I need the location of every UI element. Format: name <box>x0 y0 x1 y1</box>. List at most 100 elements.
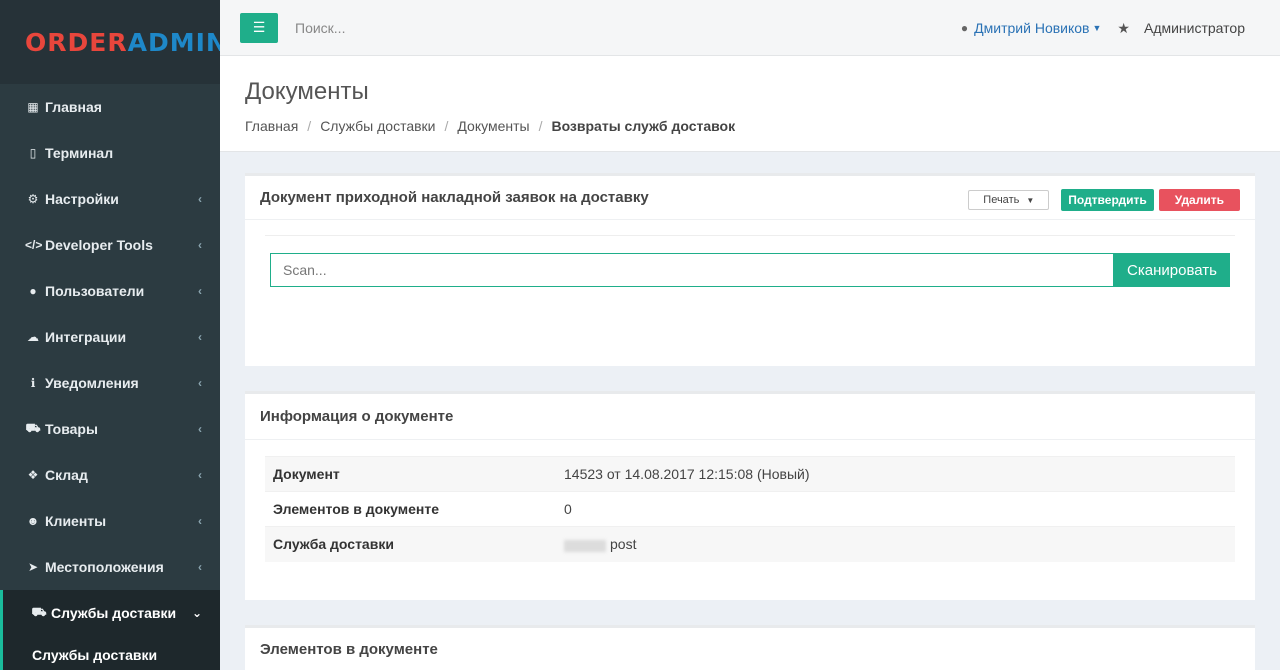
chevron-left-icon: ‹ <box>198 192 202 206</box>
sidebar-item-label: Уведомления <box>45 375 139 391</box>
sidebar-menu: ▦ Главная ▯ Терминал ⚙ Настройки ‹ </> D… <box>0 84 220 670</box>
sidebar-item-label: Главная <box>45 99 102 115</box>
document-box-header: Документ приходной накладной заявок на д… <box>245 176 1255 220</box>
breadcrumb: Главная / Службы доставки / Документы / … <box>245 118 1280 134</box>
sidebar-item-clients[interactable]: ☻ Клиенты ‹ <box>0 498 220 544</box>
info-value: 14523 от 14.08.2017 12:15:08 (Новый) <box>556 456 1235 492</box>
document-info-table: Документ 14523 от 14.08.2017 12:15:08 (Н… <box>265 456 1235 562</box>
scan-button[interactable]: Сканировать <box>1114 253 1230 287</box>
sidebar-item-label: Developer Tools <box>45 237 153 253</box>
caret-down-icon: ▼ <box>1026 195 1035 205</box>
sidebar-item-label: Службы доставки <box>51 605 177 621</box>
document-box-title: Документ приходной накладной заявок на д… <box>260 189 649 206</box>
user-menu-link[interactable]: Дмитрий Новиков <box>974 20 1089 36</box>
breadcrumb-separator: / <box>307 118 312 134</box>
breadcrumb-separator: / <box>444 118 449 134</box>
sidebar-item-label: Склад <box>45 467 88 483</box>
topbar: ☰ ● Дмитрий Новиков ▼ ★ Администратор <box>220 0 1280 56</box>
user-area: ● Дмитрий Новиков ▼ ★ Администратор <box>961 0 1245 56</box>
breadcrumb-separator: / <box>538 118 543 134</box>
cart-icon: ⛟ <box>25 421 41 435</box>
location-arrow-icon: ➤ <box>27 560 39 574</box>
star-icon: ★ <box>1117 19 1130 36</box>
chevron-left-icon: ‹ <box>198 560 202 574</box>
grid-icon: ▦ <box>27 100 39 114</box>
scan-row: Сканировать <box>270 253 1230 287</box>
breadcrumb-item-home[interactable]: Главная <box>245 118 298 134</box>
sidebar-toggle-button[interactable]: ☰ <box>240 12 278 43</box>
chevron-left-icon: ‹ <box>198 468 202 482</box>
tablet-icon: ▯ <box>29 146 37 160</box>
sidebar-item-developer-tools[interactable]: </> Developer Tools ‹ <box>0 222 220 268</box>
divider <box>265 235 1235 236</box>
logo[interactable]: ORDER ADMIN <box>0 0 227 84</box>
chevron-left-icon: ‹ <box>198 330 202 344</box>
info-value-cell: post <box>556 526 1235 562</box>
sidebar-item-products[interactable]: ⛟ Товары ‹ <box>0 406 220 452</box>
users-icon: ☻ <box>26 514 40 528</box>
print-dropdown-button[interactable]: Печать ▼ <box>968 190 1050 210</box>
document-info-box: Информация о документе Документ 14523 от… <box>245 391 1255 600</box>
caret-down-icon: ▼ <box>1092 23 1102 33</box>
sidebar-subitem-delivery-services[interactable]: Службы доставки <box>0 636 220 670</box>
print-label: Печать <box>983 194 1020 206</box>
sidebar-item-label: Местоположения <box>45 559 164 575</box>
elements-box-header: Элементов в документе <box>245 628 1255 670</box>
truck-icon: ⛟ <box>31 605 47 619</box>
sidebar-item-notifications[interactable]: ℹ Уведомления ‹ <box>0 360 220 406</box>
code-icon: </> <box>25 238 43 252</box>
logo-part-order: ORDER <box>25 27 128 57</box>
cloud-icon: ☁ <box>27 330 39 344</box>
document-box: Документ приходной накладной заявок на д… <box>245 173 1255 366</box>
breadcrumb-item-documents[interactable]: Документы <box>457 118 529 134</box>
content-header: Документы Главная / Службы доставки / До… <box>220 56 1280 152</box>
sidebar: ORDER ADMIN ▦ Главная ▯ Терминал ⚙ Настро… <box>0 0 227 670</box>
chevron-left-icon: ‹ <box>198 238 202 252</box>
info-key: Элементов в документе <box>265 491 556 527</box>
sidebar-item-label: Терминал <box>45 145 114 161</box>
elements-box-title: Элементов в документе <box>260 641 438 658</box>
document-info-header: Информация о документе <box>245 394 1255 440</box>
sidebar-item-delivery-services[interactable]: ⛟ Службы доставки ⌄ <box>0 590 220 636</box>
sidebar-item-label: Интеграции <box>45 329 127 345</box>
user-icon: ● <box>960 21 969 35</box>
sidebar-item-label: Пользователи <box>45 283 145 299</box>
page-title: Документы <box>245 78 369 105</box>
search-input[interactable] <box>295 12 595 43</box>
confirm-button[interactable]: Подтвердить <box>1061 189 1154 211</box>
chevron-left-icon: ‹ <box>198 422 202 436</box>
delete-button[interactable]: Удалить <box>1158 189 1240 211</box>
hamburger-icon: ☰ <box>252 19 266 35</box>
breadcrumb-item-delivery-services[interactable]: Службы доставки <box>320 118 435 134</box>
sidebar-item-locations[interactable]: ➤ Местоположения ‹ <box>0 544 220 590</box>
user-icon: ● <box>29 284 37 298</box>
info-value: 0 <box>556 491 1235 527</box>
chevron-left-icon: ‹ <box>198 284 202 298</box>
sidebar-item-label: Настройки <box>45 191 119 207</box>
sidebar-item-home[interactable]: ▦ Главная <box>0 84 220 130</box>
sidebar-item-integrations[interactable]: ☁ Интеграции ‹ <box>0 314 220 360</box>
sidebar-item-users[interactable]: ● Пользователи ‹ <box>0 268 220 314</box>
gear-icon: ⚙ <box>27 192 39 206</box>
logo-part-admin: ADMIN <box>127 27 228 57</box>
elements-box: Элементов в документе <box>245 625 1255 670</box>
document-box-tools: Печать ▼ Подтвердить Удалить <box>968 189 1240 211</box>
table-row: Служба доставки post <box>265 526 1235 562</box>
chevron-down-icon: ⌄ <box>191 606 202 620</box>
sidebar-item-settings[interactable]: ⚙ Настройки ‹ <box>0 176 220 222</box>
table-row: Документ 14523 от 14.08.2017 12:15:08 (Н… <box>265 456 1235 492</box>
sidebar-item-label: Товары <box>45 421 98 437</box>
info-key: Документ <box>265 456 556 492</box>
document-info-title: Информация о документе <box>260 408 454 425</box>
scan-input[interactable] <box>270 253 1114 287</box>
breadcrumb-item-current: Возвраты служб доставок <box>551 118 736 134</box>
info-key: Служба доставки <box>265 526 556 562</box>
sidebar-item-warehouse[interactable]: ❖ Склад ‹ <box>0 452 220 498</box>
info-icon: ℹ <box>30 376 36 390</box>
cubes-icon: ❖ <box>27 468 39 482</box>
redacted-text <box>564 539 606 552</box>
info-value: post <box>610 536 637 553</box>
chevron-left-icon: ‹ <box>198 514 202 528</box>
sidebar-item-label: Клиенты <box>45 513 107 529</box>
sidebar-item-terminal[interactable]: ▯ Терминал <box>0 130 220 176</box>
